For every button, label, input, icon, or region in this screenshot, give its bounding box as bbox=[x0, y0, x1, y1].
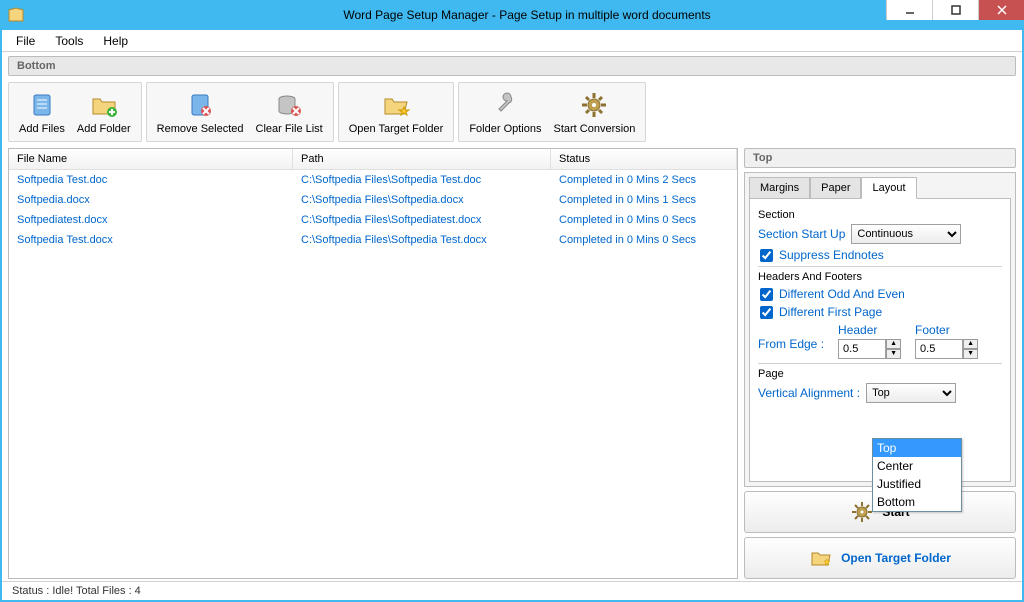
remove-selected-button[interactable]: Remove Selected bbox=[151, 87, 250, 137]
column-header-name[interactable]: File Name bbox=[9, 149, 293, 169]
cell-filename: Softpedia Test.doc bbox=[9, 172, 293, 188]
cell-path: C:\Softpedia Files\Softpedia Test.docx bbox=[293, 232, 551, 248]
section-group-label: Section bbox=[758, 209, 1002, 221]
toolbar: Add Files Add Folder Remove Selected Cle… bbox=[2, 76, 1022, 142]
start-conversion-button[interactable]: Start Conversion bbox=[547, 87, 641, 137]
cell-path: C:\Softpedia Files\Softpedia Test.doc bbox=[293, 172, 551, 188]
file-x-icon bbox=[184, 89, 216, 121]
add-folder-button[interactable]: Add Folder bbox=[71, 87, 137, 137]
tab-paper[interactable]: Paper bbox=[810, 177, 861, 198]
cell-status: Completed in 0 Mins 1 Secs bbox=[551, 192, 737, 208]
menubar: File Tools Help bbox=[2, 30, 1022, 52]
folder-open-star-icon bbox=[380, 89, 412, 121]
footer-spinner[interactable] bbox=[915, 339, 963, 359]
window-title: Word Page Setup Manager - Page Setup in … bbox=[30, 8, 1024, 22]
section-start-select[interactable]: Continuous bbox=[851, 224, 961, 244]
footer-spinner-label: Footer bbox=[915, 323, 950, 337]
cell-filename: Softpedia Test.docx bbox=[9, 232, 293, 248]
window-controls bbox=[886, 0, 1024, 20]
column-header-path[interactable]: Path bbox=[293, 149, 551, 169]
file-lines-icon bbox=[26, 89, 58, 121]
tab-layout[interactable]: Layout bbox=[861, 177, 916, 199]
tab-margins[interactable]: Margins bbox=[749, 177, 810, 198]
right-pane: Top Margins Paper Layout Section Section… bbox=[744, 148, 1016, 579]
cell-status: Completed in 0 Mins 0 Secs bbox=[551, 212, 737, 228]
vertical-alignment-dropdown[interactable]: TopCenterJustifiedBottom bbox=[872, 438, 962, 512]
dropdown-option[interactable]: Top bbox=[873, 439, 961, 457]
headers-footers-group-label: Headers And Footers bbox=[758, 271, 1002, 283]
menu-tools[interactable]: Tools bbox=[45, 32, 93, 50]
dropdown-option[interactable]: Center bbox=[873, 457, 961, 475]
clear-file-list-button[interactable]: Clear File List bbox=[250, 87, 329, 137]
dropdown-option[interactable]: Justified bbox=[873, 475, 961, 493]
open-target-big-button-label: Open Target Folder bbox=[841, 551, 951, 565]
cell-filename: Softpediatest.docx bbox=[9, 212, 293, 228]
page-group-label: Page bbox=[758, 368, 1002, 380]
folder-options-button[interactable]: Folder Options bbox=[463, 87, 547, 137]
app-icon bbox=[8, 7, 24, 23]
header-spin-down[interactable]: ▼ bbox=[886, 349, 901, 359]
close-button[interactable] bbox=[978, 0, 1024, 20]
header-spinner-label: Header bbox=[838, 323, 877, 337]
tabs-strip: Margins Paper Layout bbox=[745, 173, 1015, 198]
suppress-endnotes-checkbox[interactable] bbox=[760, 249, 773, 262]
wrench-icon bbox=[489, 89, 521, 121]
folder-plus-icon bbox=[88, 89, 120, 121]
file-list-header: File Name Path Status bbox=[9, 149, 737, 170]
cell-filename: Softpedia.docx bbox=[9, 192, 293, 208]
table-row[interactable]: Softpediatest.docxC:\Softpedia Files\Sof… bbox=[9, 210, 737, 230]
table-row[interactable]: Softpedia Test.docxC:\Softpedia Files\So… bbox=[9, 230, 737, 250]
header-spin-up[interactable]: ▲ bbox=[886, 339, 901, 349]
column-header-status[interactable]: Status bbox=[551, 149, 737, 169]
from-edge-label: From Edge : bbox=[758, 323, 824, 351]
section-label-top: Top bbox=[744, 148, 1016, 168]
menu-file[interactable]: File bbox=[6, 32, 45, 50]
cell-path: C:\Softpedia Files\Softpedia.docx bbox=[293, 192, 551, 208]
footer-spin-down[interactable]: ▼ bbox=[963, 349, 978, 359]
titlebar: Word Page Setup Manager - Page Setup in … bbox=[0, 0, 1024, 30]
table-row[interactable]: Softpedia Test.docC:\Softpedia Files\Sof… bbox=[9, 170, 737, 190]
section-label-bottom: Bottom bbox=[8, 56, 1016, 76]
window-body: File Tools Help Bottom Add Files Add Fol… bbox=[0, 30, 1024, 602]
footer-spin-up[interactable]: ▲ bbox=[963, 339, 978, 349]
cell-status: Completed in 0 Mins 2 Secs bbox=[551, 172, 737, 188]
file-rows[interactable]: Softpedia Test.docC:\Softpedia Files\Sof… bbox=[9, 170, 737, 578]
minimize-button[interactable] bbox=[886, 0, 932, 20]
dropdown-option[interactable]: Bottom bbox=[873, 493, 961, 511]
cell-status: Completed in 0 Mins 0 Secs bbox=[551, 232, 737, 248]
gear-icon bbox=[578, 89, 610, 121]
add-files-button[interactable]: Add Files bbox=[13, 87, 71, 137]
vertical-alignment-label: Vertical Alignment : bbox=[758, 386, 860, 400]
diff-odd-even-checkbox[interactable] bbox=[760, 288, 773, 301]
menu-help[interactable]: Help bbox=[93, 32, 138, 50]
open-target-folder-button[interactable]: Open Target Folder bbox=[343, 87, 450, 137]
file-list: File Name Path Status Softpedia Test.doc… bbox=[8, 148, 738, 579]
open-target-big-button[interactable]: Open Target Folder bbox=[744, 537, 1016, 579]
gear-icon bbox=[850, 500, 874, 524]
content-row: File Name Path Status Softpedia Test.doc… bbox=[8, 148, 1016, 579]
folder-open-star-icon bbox=[809, 546, 833, 570]
suppress-endnotes-label: Suppress Endnotes bbox=[779, 248, 884, 262]
table-row[interactable]: Softpedia.docxC:\Softpedia Files\Softped… bbox=[9, 190, 737, 210]
section-start-label: Section Start Up bbox=[758, 227, 845, 241]
diff-odd-even-label: Different Odd And Even bbox=[779, 287, 905, 301]
cell-path: C:\Softpedia Files\Softpediatest.docx bbox=[293, 212, 551, 228]
diff-first-page-label: Different First Page bbox=[779, 305, 882, 319]
diff-first-page-checkbox[interactable] bbox=[760, 306, 773, 319]
statusbar: Status : Idle! Total Files : 4 bbox=[2, 581, 1022, 600]
vertical-alignment-select[interactable]: Top bbox=[866, 383, 956, 403]
database-x-icon bbox=[273, 89, 305, 121]
header-spinner[interactable] bbox=[838, 339, 886, 359]
maximize-button[interactable] bbox=[932, 0, 978, 20]
